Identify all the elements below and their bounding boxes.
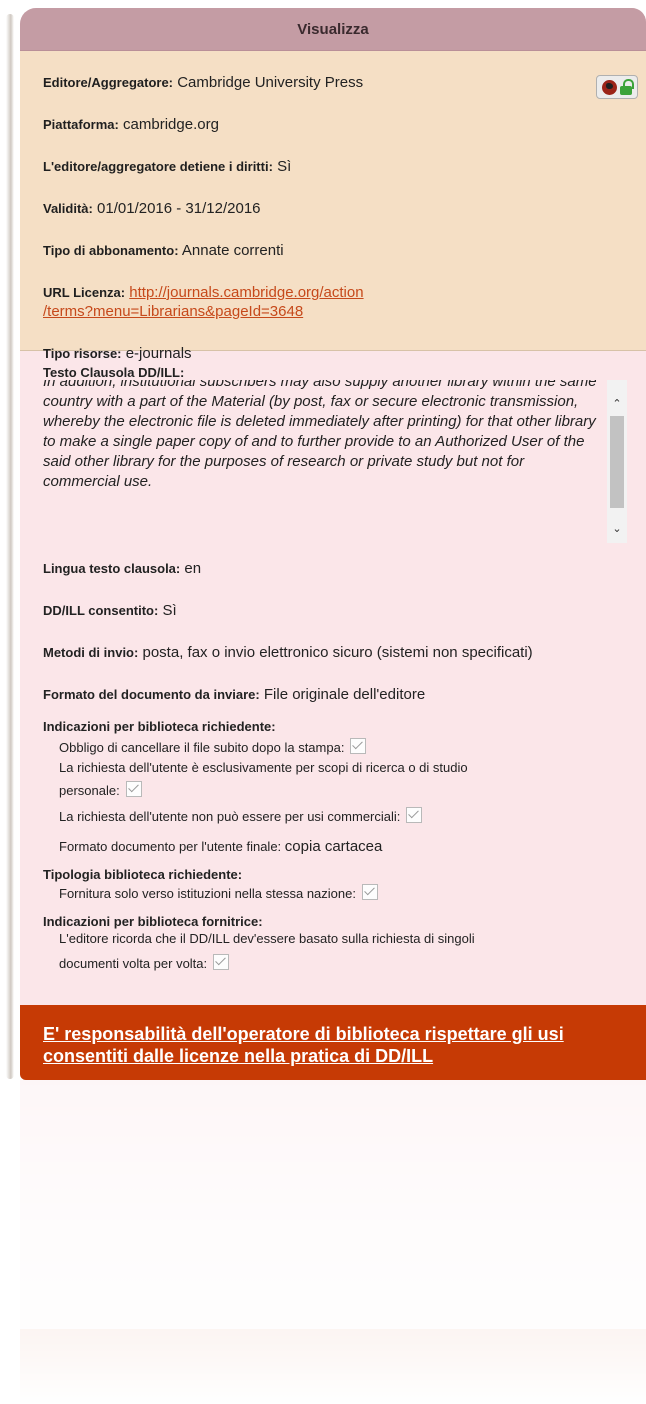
rights-label: L'editore/aggregatore detiene i diritti: xyxy=(43,159,273,174)
license-url-label: URL Licenza: xyxy=(43,285,126,300)
validity-label: Validità: xyxy=(43,201,93,216)
requesting-item-1: Obbligo di cancellare il file subito dop… xyxy=(59,738,646,758)
clause-text: In addition, institutional subscribers m… xyxy=(43,380,597,490)
rights-row: L'editore/aggregatore detiene i diritti:… xyxy=(43,157,646,176)
end-user-format-value: copia cartacea xyxy=(284,838,383,855)
methods-row: Metodi di invio: posta, fax o invio elet… xyxy=(43,643,603,663)
checkbox-single-documents xyxy=(213,954,230,970)
panel-reflection xyxy=(20,1080,646,1404)
subscription-label: Tipo di abbonamento: xyxy=(43,243,179,258)
scroll-thumb[interactable] xyxy=(610,416,624,508)
methods-value: posta, fax o invio elettronico sicuro (s… xyxy=(142,644,533,661)
scroll-up-icon[interactable]: ⌃ xyxy=(607,394,627,414)
responsibility-footer: E' responsabilità dell'operatore di bibl… xyxy=(20,1005,646,1080)
requesting-item-3: La richiesta dell'utente non può essere … xyxy=(59,807,646,827)
allowed-label: DD/ILL consentito: xyxy=(43,603,159,618)
clause-scrollbar[interactable]: ⌃ ⌄ xyxy=(607,380,627,543)
language-label: Lingua testo clausola: xyxy=(43,561,181,576)
language-value: en xyxy=(184,560,202,577)
scroll-down-icon[interactable]: ⌄ xyxy=(607,519,627,539)
methods-label: Metodi di invio: xyxy=(43,645,139,660)
format-row: Formato del documento da inviare: File o… xyxy=(43,685,646,705)
format-label: Formato del documento da inviare: xyxy=(43,687,260,702)
checkbox-delete-file xyxy=(350,738,367,754)
requesting-item-4: Formato documento per l'utente finale: c… xyxy=(59,838,383,855)
panel-shadow xyxy=(6,14,14,1079)
license-info-section: Editore/Aggregatore: Cambridge Universit… xyxy=(20,51,646,362)
clause-text-box[interactable]: In addition, institutional subscribers m… xyxy=(43,380,627,543)
library-type-heading: Tipologia biblioteca richiedente: xyxy=(43,867,243,882)
globe-icon xyxy=(601,79,617,95)
publisher-label: Editore/Aggregatore: xyxy=(43,75,174,90)
format-value: File originale dell'editore xyxy=(263,686,426,703)
validity-value: 01/01/2016 - 31/12/2016 xyxy=(97,200,261,217)
resources-value: e-journals xyxy=(125,345,192,362)
allowed-value: Sì xyxy=(162,602,177,619)
responsibility-link[interactable]: E' responsabilità dell'operatore di bibl… xyxy=(43,1024,564,1066)
license-panel: Visualizza Editore/Aggregatore: Cambridg… xyxy=(20,8,646,1080)
checkbox-research-only xyxy=(125,781,142,797)
requesting-item-2-line2: personale: xyxy=(59,781,646,801)
requesting-heading: Indicazioni per biblioteca richiedente: xyxy=(43,719,276,734)
allowed-row: DD/ILL consentito: Sì xyxy=(43,601,646,621)
platform-value: cambridge.org xyxy=(123,116,219,133)
subscription-value: Annate correnti xyxy=(181,242,284,259)
rights-value: Sì xyxy=(277,158,292,175)
supplying-heading: Indicazioni per biblioteca fornitrice: xyxy=(43,914,263,929)
publisher-value: Cambridge University Press xyxy=(177,74,364,91)
checkbox-same-country xyxy=(361,884,378,900)
access-icons xyxy=(596,75,638,99)
clause-section: Testo Clausola DD/ILL: In addition, inst… xyxy=(20,351,646,974)
validity-row: Validità: 01/01/2016 - 31/12/2016 xyxy=(43,199,646,218)
supplying-item-1-line1: L'editore ricorda che il DD/ILL dev'esse… xyxy=(59,931,475,946)
unlocked-padlock-icon xyxy=(619,79,634,95)
subscription-row: Tipo di abbonamento: Annate correnti xyxy=(43,241,646,260)
language-row: Lingua testo clausola: en xyxy=(43,559,646,579)
clause-label: Testo Clausola DD/ILL: xyxy=(43,365,185,380)
platform-row: Piattaforma: cambridge.org xyxy=(43,115,646,134)
license-url-row: URL Licenza: http://journals.cambridge.o… xyxy=(43,283,646,321)
panel-header: Visualizza xyxy=(20,8,646,51)
reflection-fade xyxy=(20,1080,646,1404)
platform-label: Piattaforma: xyxy=(43,117,119,132)
resources-row: Tipo risorse: e-journals xyxy=(43,344,646,363)
supplying-item-1-line2: documenti volta per volta: xyxy=(59,954,646,974)
resources-label: Tipo risorse: xyxy=(43,346,122,361)
requesting-item-2-line1: La richiesta dell'utente è esclusivament… xyxy=(59,760,468,775)
panel-title: Visualizza xyxy=(297,20,369,38)
checkbox-non-commercial xyxy=(406,807,423,823)
library-type-item-1: Fornitura solo verso istituzioni nella s… xyxy=(59,884,646,904)
publisher-row: Editore/Aggregatore: Cambridge Universit… xyxy=(43,73,646,92)
